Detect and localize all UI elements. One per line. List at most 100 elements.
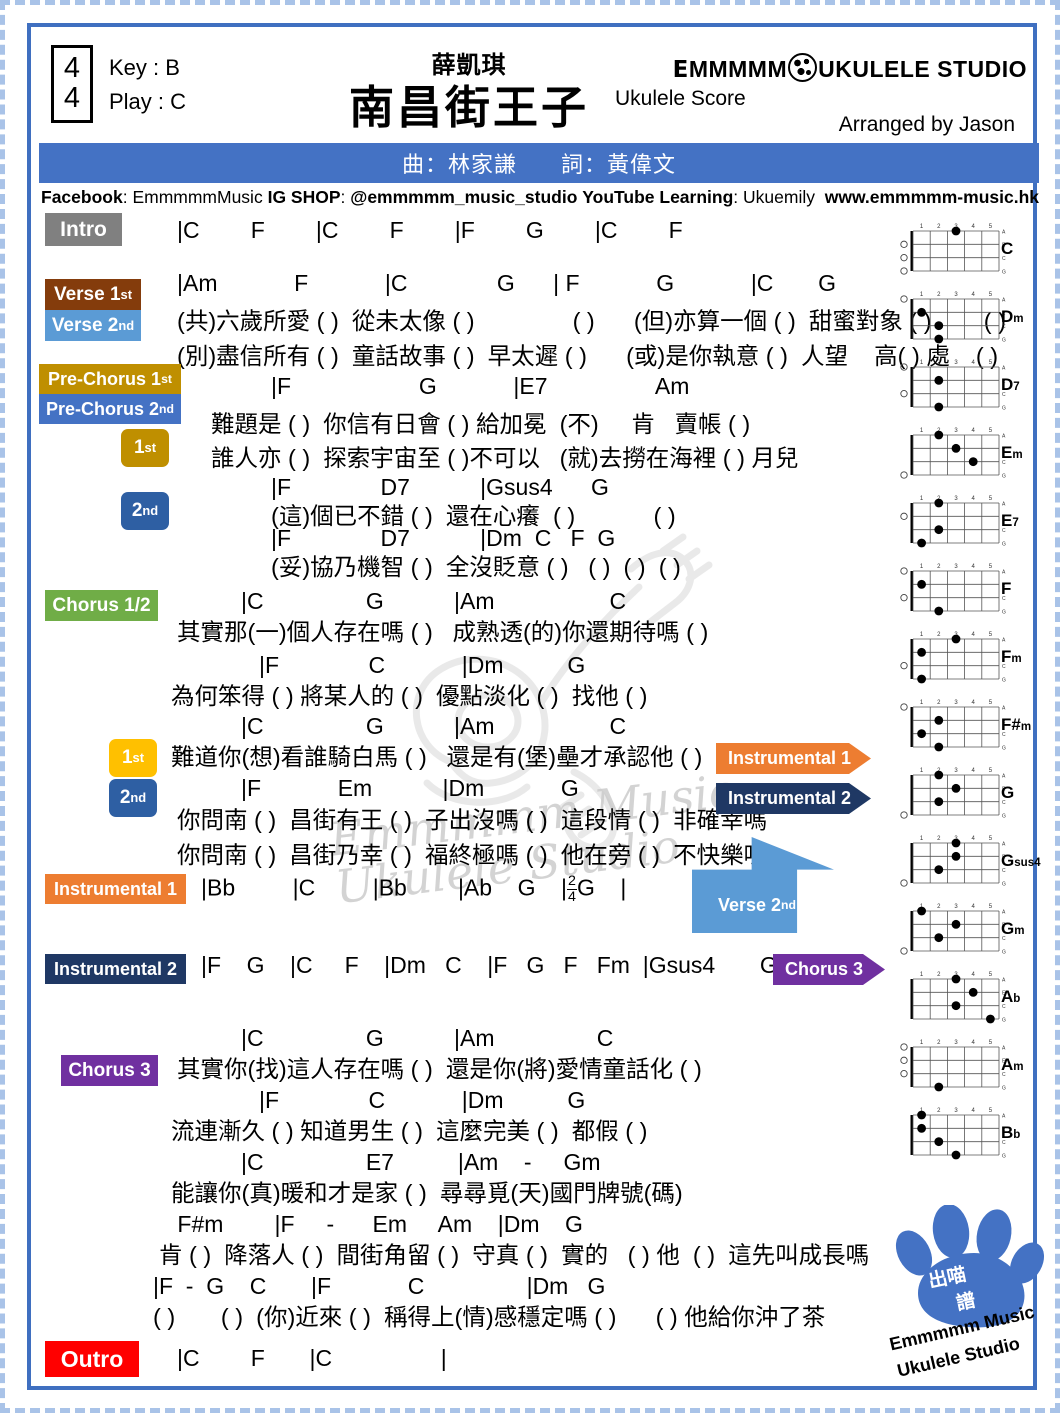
fraction-numerator: 2: [567, 873, 577, 890]
goto-instrumental-1-arrow[interactable]: Instrumental 1: [716, 743, 871, 774]
svg-text:1: 1: [920, 972, 924, 978]
section-label-verse-2: Verse 2nd: [45, 310, 141, 341]
svg-text:G: G: [1002, 745, 1006, 751]
svg-text:1: 1: [920, 564, 924, 570]
svg-text:3: 3: [954, 292, 958, 298]
ending-label-1st-chorus: 1st: [109, 739, 157, 777]
svg-text:A: A: [1002, 297, 1006, 303]
svg-text:5: 5: [989, 564, 993, 570]
verse-chords: |Am F |C G | F G |C G: [177, 270, 837, 296]
chorus-ending2-text: 2: [119, 787, 131, 808]
chord-name: D7: [1001, 375, 1020, 394]
svg-text:G: G: [1002, 1153, 1006, 1159]
svg-text:G: G: [1002, 337, 1006, 343]
svg-text:2: 2: [937, 904, 941, 910]
goto-chorus-3-arrow[interactable]: Chorus 3: [773, 954, 885, 985]
brand-mmmmm: MMMMM: [688, 56, 788, 82]
prechorus-chords: |F G |E7 Am: [271, 373, 690, 399]
svg-text:A: A: [1002, 433, 1006, 439]
svg-text:3: 3: [954, 768, 958, 774]
chorus3-line2-lyric: 流連漸久 ( ) 知道男生 ( ) 這麼完美 ( ) 都假 ( ): [171, 1118, 648, 1144]
time-signature-top: 4: [63, 52, 81, 85]
section-label-prechorus-2: Pre-Chorus 2nd: [39, 394, 181, 424]
svg-text:4: 4: [972, 768, 976, 774]
ig-label: IG SHOP: [267, 187, 341, 207]
prechorus1-label-text: Pre-Chorus 1: [48, 368, 162, 389]
svg-text:2: 2: [937, 972, 941, 978]
svg-text:2: 2: [937, 700, 941, 706]
instrumental1-label-text: Instrumental 1: [53, 878, 178, 899]
time-change-fraction: 24: [567, 874, 577, 905]
svg-text:4: 4: [972, 224, 976, 230]
chorus3-line3-lyric: 能讓你(真)暖和才是家 ( ) 尋尋覓(天)國門牌號(碼): [171, 1180, 683, 1206]
paw-logo: 出喵 譜 Emmmmm Music Ukulele Studio: [886, 1204, 1060, 1390]
svg-text:A: A: [1002, 1045, 1006, 1051]
chord-diagram-f: 12345AECGF: [891, 557, 1041, 623]
intro-chords: |C F |C F |F G |C F: [177, 217, 683, 243]
chorus3-line1-chords: |C G |Am C: [241, 1025, 614, 1051]
svg-text:2: 2: [937, 224, 941, 230]
brand-e: E: [672, 57, 689, 83]
svg-text:3: 3: [954, 1040, 958, 1046]
composer: 曲：林家謙: [401, 152, 517, 177]
svg-text:A: A: [1002, 773, 1006, 779]
svg-text:5: 5: [989, 292, 993, 298]
svg-text:4: 4: [972, 360, 976, 366]
verse1-label-text: Verse 1: [53, 283, 121, 305]
chord-diagram-column: 12345AECGC12345AECGDm12345AECGD712345AEC…: [891, 217, 1041, 1169]
svg-text:3: 3: [954, 564, 958, 570]
svg-text:A: A: [1002, 569, 1006, 575]
youtube-label: YouTube Learning: [582, 187, 734, 207]
svg-text:3: 3: [954, 360, 958, 366]
svg-text:4: 4: [972, 904, 976, 910]
svg-text:4: 4: [972, 564, 976, 570]
goto-instrumental-2-arrow[interactable]: Instrumental 2: [716, 783, 871, 814]
svg-text:3: 3: [954, 904, 958, 910]
svg-text:5: 5: [989, 428, 993, 434]
score-type: Ukulele Score: [615, 87, 746, 110]
svg-text:5: 5: [989, 972, 993, 978]
prechorus-lyric-1: 難題是 ( ) 你信有日會 ( ) 給加冕 (不) 肯 賣帳 ( ): [211, 411, 751, 437]
fraction-denominator: 4: [568, 888, 576, 905]
chorus3-line5-lyric: ( ) ( ) (你)近來 ( ) 稱得上(情)感穩定嗎 ( ) ( ) 他給你…: [153, 1304, 826, 1330]
chorus12-line4-lyric-2: 你問南 ( ) 昌街乃幸 ( ) 福終極嗎 ( ) 他在旁 ( ) 不快樂嗎: [177, 842, 768, 868]
svg-text:A: A: [1002, 841, 1006, 847]
svg-text:G: G: [1002, 677, 1006, 683]
ending-label-2nd-chorus: 2nd: [109, 779, 157, 817]
svg-text:4: 4: [972, 292, 976, 298]
chord-diagram-e7: 12345AECGE7: [891, 489, 1041, 555]
section-label-instrumental-2: Instrumental 2: [45, 954, 186, 984]
chord-name: Gm: [1001, 919, 1025, 938]
website-link[interactable]: www.emmmmm-music.hk: [825, 187, 1039, 207]
svg-text:4: 4: [972, 836, 976, 842]
section-label-intro: Intro: [45, 213, 122, 246]
svg-text:2: 2: [937, 292, 941, 298]
chorus3-line4-chords: F#m |F - Em Am |Dm G: [171, 1211, 583, 1237]
svg-text:G: G: [1002, 949, 1006, 955]
svg-text:5: 5: [989, 360, 993, 366]
chorus12-line4-chords: |F Em |Dm G: [241, 775, 579, 801]
svg-text:5: 5: [989, 836, 993, 842]
svg-text:5: 5: [989, 1108, 993, 1114]
composer-bar: 曲：林家謙 詞：黃偉文: [39, 143, 1039, 183]
svg-text:G: G: [1002, 473, 1006, 479]
verse-lyric-1: (共)六歲所愛 ( ) 從未太像 ( ) ( ) (但)亦算一個 ( ) 甜蜜對…: [177, 308, 1006, 334]
svg-text:1: 1: [920, 700, 924, 706]
chorus12-line1-lyric: 其實那(一)個人存在嗎 ( ) 成熟透(的)你還期待嗎 ( ): [177, 619, 709, 645]
page-title: 南昌街王子: [348, 82, 589, 133]
svg-text:2: 2: [937, 564, 941, 570]
play-line: Play : C: [109, 89, 187, 115]
key-info: Key : B Play : C: [109, 51, 186, 119]
goto-instrumental-1-text: Instrumental 1: [728, 748, 852, 768]
facebook-label: Facebook: [41, 187, 123, 207]
prechorus2-label-text: Pre-Chorus 2: [46, 398, 160, 419]
goto-verse-2-text: Verse 2: [717, 894, 782, 915]
chord-name: Am: [1001, 1055, 1024, 1074]
svg-text:5: 5: [989, 496, 993, 502]
chorus3-line3-chords: |C E7 |Am - Gm: [241, 1149, 601, 1175]
svg-text:5: 5: [989, 224, 993, 230]
svg-text:A: A: [1002, 705, 1006, 711]
chord-name: F: [1001, 579, 1012, 598]
svg-text:3: 3: [954, 1108, 958, 1114]
svg-text:1: 1: [920, 1040, 924, 1046]
